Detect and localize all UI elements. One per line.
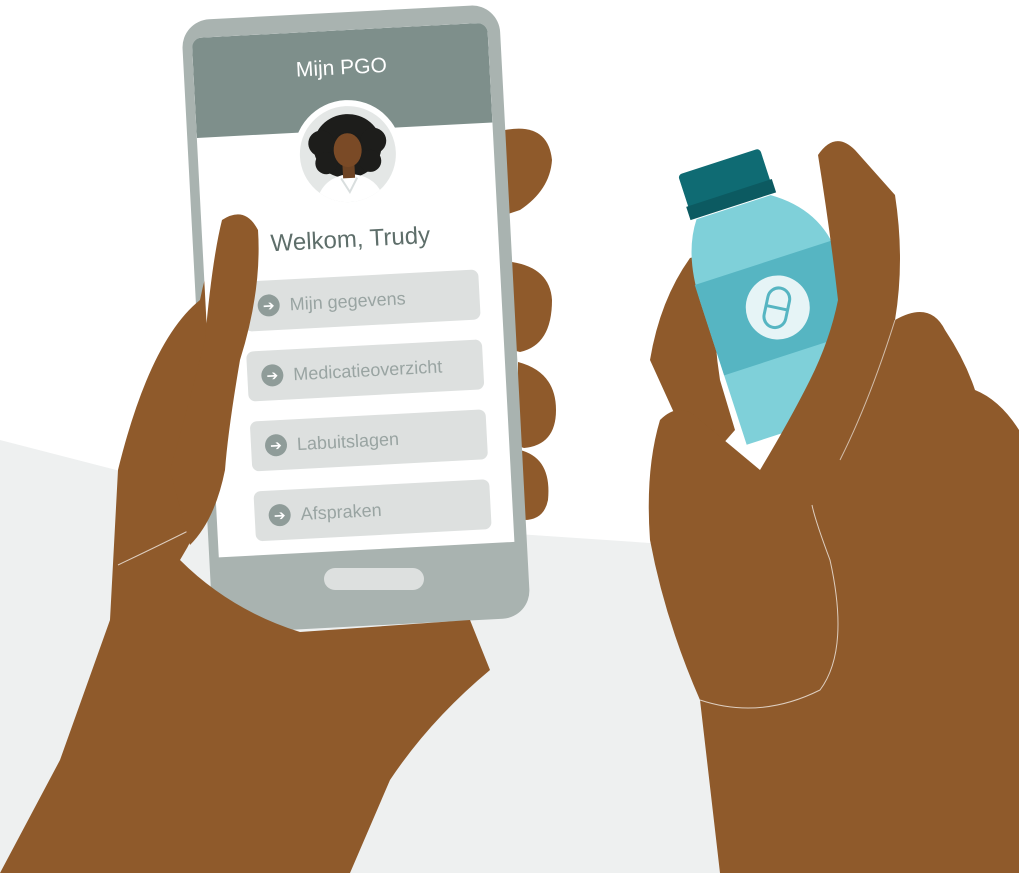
home-button xyxy=(324,568,424,590)
menu-item-afspraken[interactable]: ➔ Afspraken xyxy=(253,479,492,542)
menu-item-labuitslagen[interactable]: ➔ Labuitslagen xyxy=(249,409,489,472)
menu-item-label: Mijn gegevens xyxy=(289,287,407,314)
menu-item-label: Afspraken xyxy=(300,499,383,524)
arrow-right-circle-icon: ➔ xyxy=(264,433,288,457)
menu-item-label: Labuitslagen xyxy=(296,428,400,454)
menu-list: ➔ Mijn gegevens ➔ Medicatieoverzicht ➔ L… xyxy=(204,268,500,542)
arrow-right-circle-icon: ➔ xyxy=(257,293,281,317)
app-title: Mijn PGO xyxy=(295,53,388,82)
menu-item-mijn-gegevens[interactable]: ➔ Mijn gegevens xyxy=(242,269,481,332)
welcome-heading: Welkom, Trudy xyxy=(269,221,431,258)
menu-item-label: Medicatieoverzicht xyxy=(292,355,443,384)
illustration-scene xyxy=(0,5,1019,873)
avatar-woman-icon xyxy=(308,114,387,204)
arrow-right-circle-icon: ➔ xyxy=(268,503,292,527)
arrow-right-circle-icon: ➔ xyxy=(260,363,284,387)
phone-screen: Mijn PGO Welkom, Trudy ➔ Mijn gegevens ➔… xyxy=(191,22,515,558)
menu-item-medicatieoverzicht[interactable]: ➔ Medicatieoverzicht xyxy=(246,339,485,402)
user-avatar[interactable] xyxy=(297,103,399,205)
